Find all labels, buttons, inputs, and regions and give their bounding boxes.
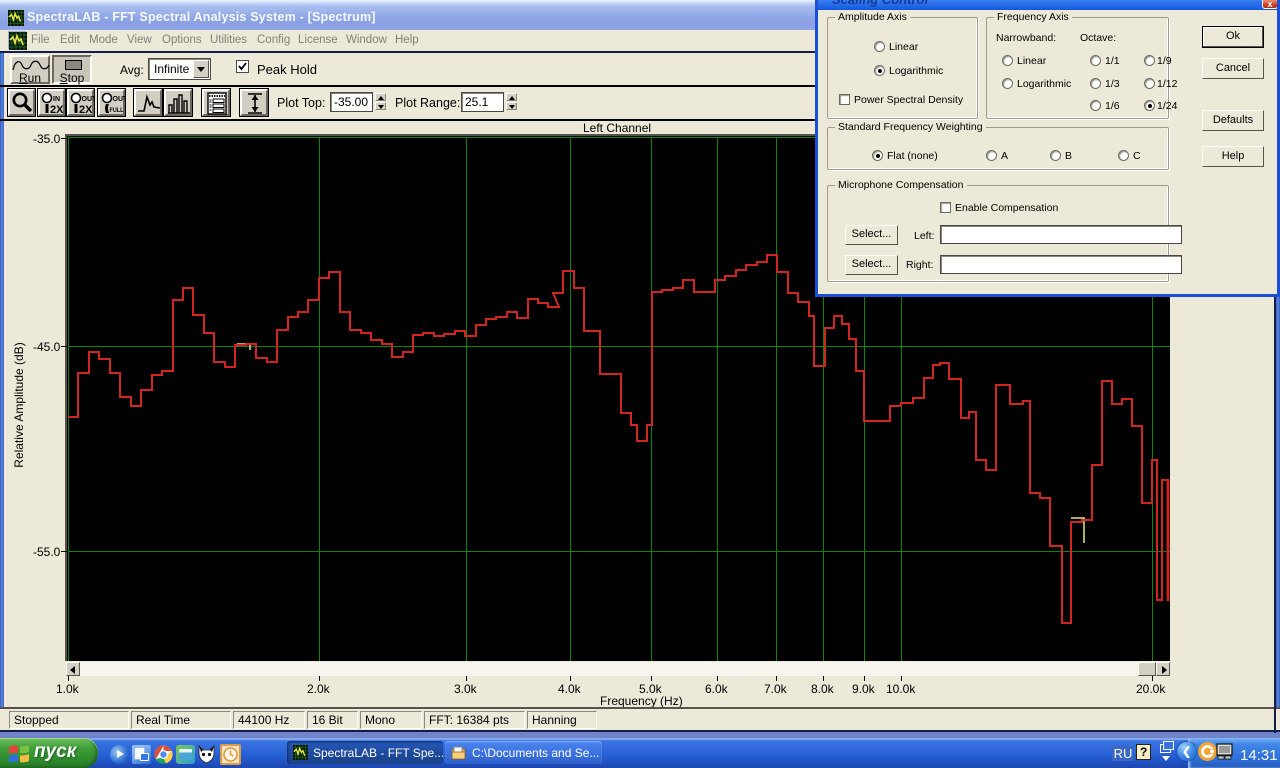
svg-text:OUT: OUT [113,96,126,103]
svg-text:IN: IN [53,96,60,103]
svg-text:2X: 2X [50,104,64,116]
svg-text:OUT: OUT [82,96,95,103]
svg-text:FULL: FULL [110,107,124,114]
svg-text:2X: 2X [79,104,93,116]
